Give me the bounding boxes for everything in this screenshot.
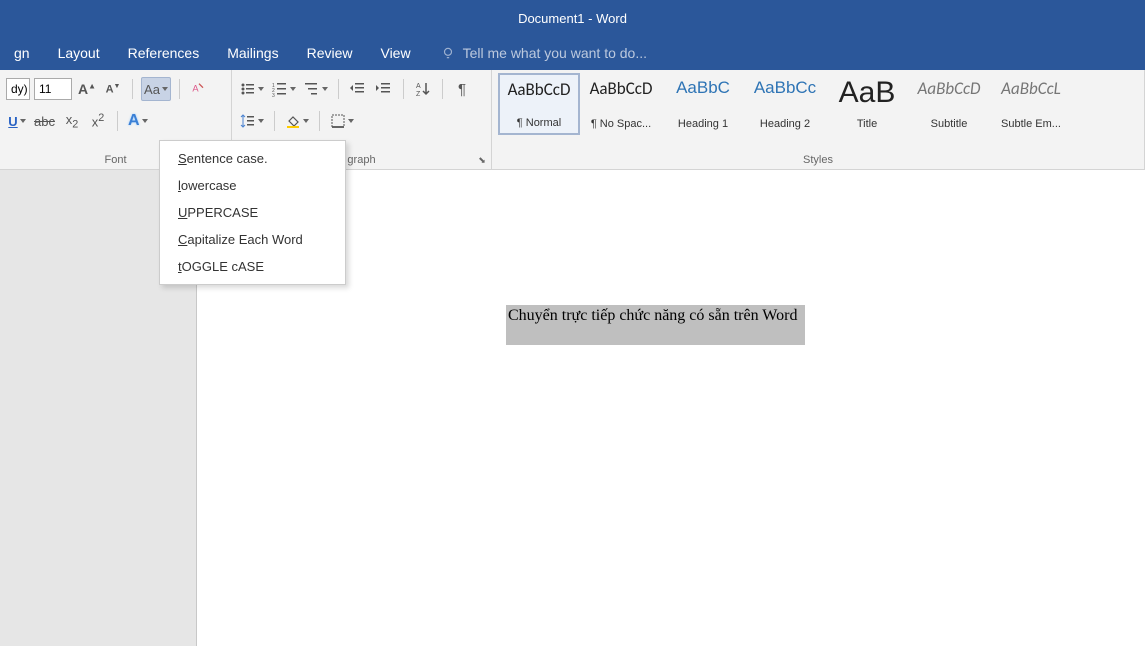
window-titlebar: Document1 - Word bbox=[0, 0, 1145, 36]
style-name: ¶ No Spac... bbox=[591, 118, 651, 130]
multilevel-icon bbox=[304, 81, 320, 97]
shading-button[interactable] bbox=[283, 109, 311, 133]
svg-text:A: A bbox=[192, 84, 199, 94]
sort-button[interactable]: AZ bbox=[412, 77, 434, 101]
outdent-icon bbox=[350, 81, 366, 97]
font-name-input[interactable] bbox=[6, 78, 30, 100]
styles-gallery[interactable]: AaBbCcD ¶ Normal AaBbCcD ¶ No Spac... AaBbC H… bbox=[498, 73, 1138, 135]
tell-me-search[interactable]: Tell me what you want to do... bbox=[441, 45, 647, 61]
svg-text:Z: Z bbox=[416, 91, 421, 97]
tab-mailings[interactable]: Mailings bbox=[213, 36, 292, 70]
style---normal[interactable]: AaBbCcD ¶ Normal bbox=[498, 73, 580, 135]
case-option-owercase[interactable]: lowercase bbox=[160, 172, 345, 199]
tab-design[interactable]: gn bbox=[0, 36, 44, 70]
lightbulb-icon bbox=[441, 46, 455, 60]
style-name: Heading 2 bbox=[760, 118, 810, 130]
style-name: Subtitle bbox=[931, 118, 968, 130]
style---no-spac---[interactable]: AaBbCcD ¶ No Spac... bbox=[580, 73, 662, 135]
increase-font-button[interactable]: A▲ bbox=[76, 77, 98, 101]
case-option-ppercase[interactable]: UPPERCASE bbox=[160, 199, 345, 226]
style-preview: AaBbCcD bbox=[590, 78, 653, 99]
style-preview: AaBbCcD bbox=[508, 79, 571, 100]
tab-references[interactable]: References bbox=[114, 36, 214, 70]
paint-bucket-icon bbox=[285, 113, 301, 129]
show-hide-marks-button[interactable]: ¶ bbox=[451, 77, 473, 101]
increase-indent-button[interactable] bbox=[373, 77, 395, 101]
style-name: Title bbox=[857, 118, 877, 130]
decrease-font-button[interactable]: A▼ bbox=[102, 77, 124, 101]
ribbon: A▲ A▼ Aa A U abc x2 x2 A Font 123 bbox=[0, 70, 1145, 170]
style-preview: AaBbC bbox=[676, 78, 730, 98]
style-subtle-em---[interactable]: AaBbCcL Subtle Em... bbox=[990, 73, 1072, 135]
sort-icon: AZ bbox=[415, 81, 431, 97]
styles-group-label: Styles bbox=[498, 154, 1138, 169]
style-name: ¶ Normal bbox=[517, 117, 561, 129]
numbering-button[interactable]: 123 bbox=[270, 77, 298, 101]
borders-icon bbox=[330, 113, 346, 129]
case-option-apitalize-each-word[interactable]: Capitalize Each Word bbox=[160, 226, 345, 253]
style-subtitle[interactable]: AaBbCcD Subtitle bbox=[908, 73, 990, 135]
decrease-indent-button[interactable] bbox=[347, 77, 369, 101]
multilevel-list-button[interactable] bbox=[302, 77, 330, 101]
bullets-icon bbox=[240, 81, 256, 97]
svg-text:A: A bbox=[416, 83, 421, 90]
eraser-icon: A bbox=[191, 81, 207, 97]
clear-formatting-button[interactable]: A bbox=[188, 77, 210, 101]
line-spacing-icon bbox=[240, 113, 256, 129]
line-spacing-button[interactable] bbox=[238, 109, 266, 133]
indent-icon bbox=[376, 81, 392, 97]
styles-group: AaBbCcD ¶ Normal AaBbCcD ¶ No Spac... AaBbC H… bbox=[492, 70, 1145, 169]
paragraph-dialog-launcher[interactable]: ⬊ bbox=[475, 153, 489, 167]
tab-review[interactable]: Review bbox=[293, 36, 367, 70]
strikethrough-button[interactable]: abc bbox=[32, 109, 57, 133]
style-title[interactable]: AaB Title bbox=[826, 73, 908, 135]
style-name: Subtle Em... bbox=[1001, 118, 1061, 130]
underline-button[interactable]: U bbox=[6, 109, 28, 133]
style-preview: AaBbCcD bbox=[918, 78, 981, 99]
case-option-entence-case-[interactable]: Sentence case. bbox=[160, 145, 345, 172]
case-option-oggle-case[interactable]: tOGGLE cASE bbox=[160, 253, 345, 280]
tab-view[interactable]: View bbox=[366, 36, 424, 70]
style-name: Heading 1 bbox=[678, 118, 728, 130]
selected-document-text[interactable]: Chuyển trực tiếp chức năng có sẵn trên W… bbox=[506, 305, 805, 345]
ribbon-tabs: gn Layout References Mailings Review Vie… bbox=[0, 36, 1145, 70]
text-effects-button[interactable]: A bbox=[126, 109, 150, 133]
subscript-button[interactable]: x2 bbox=[61, 109, 83, 133]
svg-text:3: 3 bbox=[272, 93, 275, 97]
numbering-icon: 123 bbox=[272, 81, 288, 97]
tab-layout[interactable]: Layout bbox=[44, 36, 114, 70]
change-case-menu: Sentence case.lowercaseUPPERCASECapitali… bbox=[159, 140, 346, 285]
font-size-input[interactable] bbox=[34, 78, 72, 100]
window-title: Document1 - Word bbox=[518, 11, 627, 26]
style-preview: AaB bbox=[839, 78, 896, 108]
style-heading-2[interactable]: AaBbCc Heading 2 bbox=[744, 73, 826, 135]
style-preview: AaBbCc bbox=[754, 78, 816, 98]
change-case-button[interactable]: Aa bbox=[141, 77, 171, 101]
borders-button[interactable] bbox=[328, 109, 356, 133]
style-heading-1[interactable]: AaBbC Heading 1 bbox=[662, 73, 744, 135]
superscript-button[interactable]: x2 bbox=[87, 109, 109, 133]
bullets-button[interactable] bbox=[238, 77, 266, 101]
tell-me-placeholder: Tell me what you want to do... bbox=[463, 45, 647, 61]
style-preview: AaBbCcL bbox=[1001, 78, 1061, 99]
